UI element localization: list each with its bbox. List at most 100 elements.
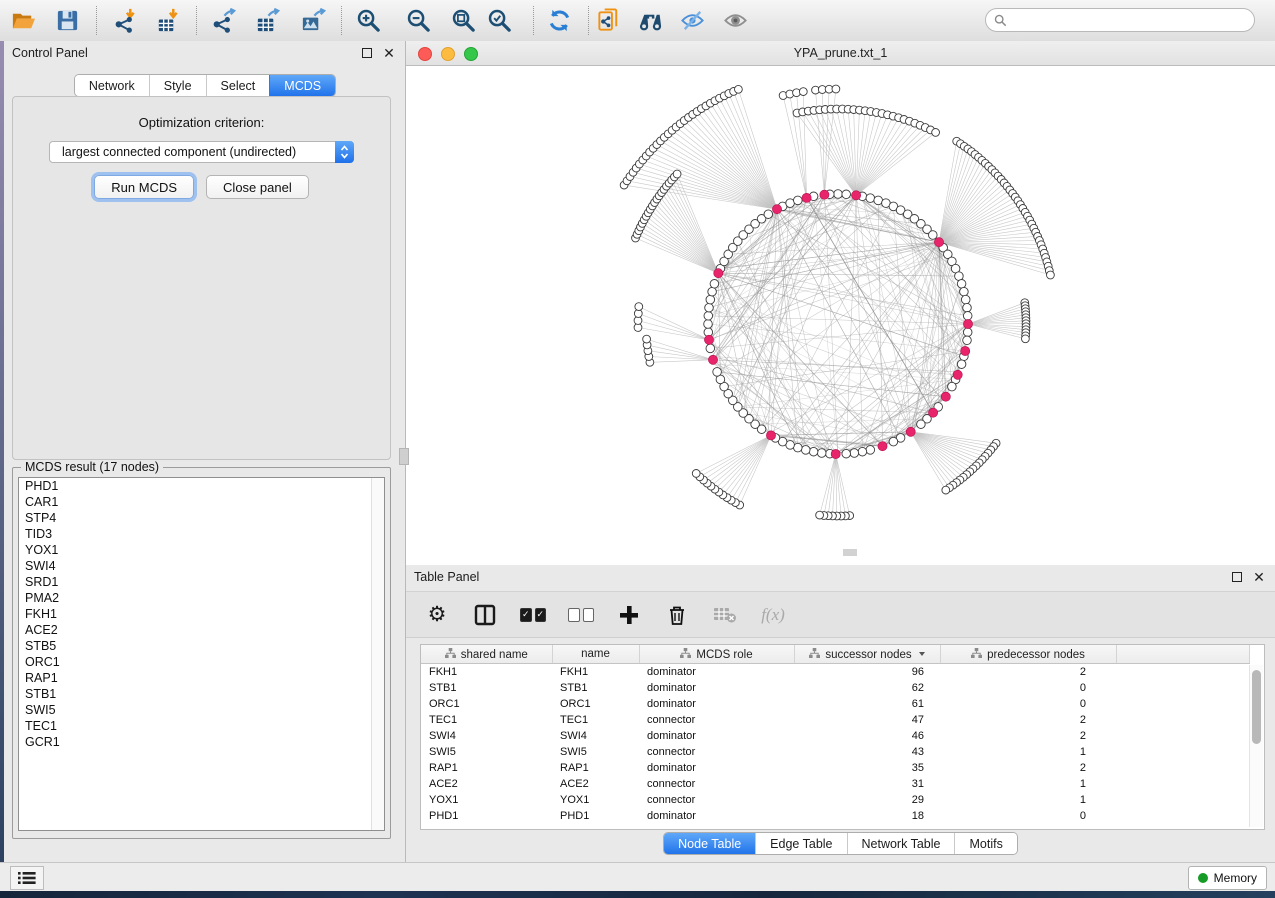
table-cell[interactable]: dominator [639,664,794,681]
table-cell[interactable]: 62 [794,680,940,696]
table-cell[interactable]: TEC1 [421,712,552,728]
tab-select[interactable]: Select [206,75,270,96]
function-builder-icon[interactable]: f(x) [760,602,786,628]
table-row[interactable]: SWI5SWI5connector431 [421,744,1249,760]
table-cell[interactable]: 0 [940,696,1116,712]
hide-selected-icon[interactable] [675,4,709,37]
table-row[interactable]: ORC1ORC1dominator610 [421,696,1249,712]
zoom-window-button[interactable] [464,47,478,61]
table-cell[interactable]: 96 [794,664,940,681]
table-row[interactable]: YOX1YOX1connector291 [421,792,1249,808]
mcds-result-item[interactable]: TID3 [19,526,384,542]
table-cell[interactable]: ORC1 [421,696,552,712]
table-cell[interactable]: SWI5 [552,744,639,760]
close-panel-icon[interactable]: ✕ [381,45,397,61]
mcds-result-item[interactable]: PMA2 [19,590,384,606]
column-header-shared-name[interactable]: shared name [421,645,552,664]
delete-column-icon[interactable] [664,602,690,628]
close-window-button[interactable] [418,47,432,61]
mcds-result-item[interactable]: SWI4 [19,558,384,574]
table-cell[interactable]: 2 [940,664,1116,681]
table-cell[interactable]: dominator [639,808,794,824]
save-session-icon[interactable] [50,4,84,37]
table-cell[interactable]: connector [639,712,794,728]
export-image-icon[interactable] [295,4,329,37]
first-neighbors-icon[interactable] [633,4,667,37]
table-row[interactable]: ACE2ACE2connector311 [421,776,1249,792]
scrollbar-thumb[interactable] [1252,670,1261,744]
table-row[interactable]: FKH1FKH1dominator962 [421,664,1249,681]
tab-network-table[interactable]: Network Table [847,833,955,854]
table-cell[interactable]: SWI4 [552,728,639,744]
deselect-all-icon[interactable] [568,602,594,628]
node-table[interactable]: shared namenameMCDS rolesuccessor nodesp… [420,644,1265,830]
delete-table-icon[interactable] [712,602,738,628]
table-row[interactable]: RAP1RAP1dominator352 [421,760,1249,776]
table-cell[interactable]: 1 [940,792,1116,808]
memory-button[interactable]: Memory [1188,866,1267,890]
import-network-icon[interactable] [107,4,141,37]
table-cell[interactable]: dominator [639,760,794,776]
table-row[interactable]: PHD1PHD1dominator180 [421,808,1249,824]
table-cell[interactable]: FKH1 [552,664,639,681]
float-panel-icon[interactable] [359,45,375,61]
add-column-icon[interactable] [616,602,642,628]
table-cell[interactable]: dominator [639,680,794,696]
tab-mcds[interactable]: MCDS [269,75,335,96]
table-cell[interactable]: 61 [794,696,940,712]
table-cell[interactable]: 18 [794,808,940,824]
zoom-in-icon[interactable] [351,4,385,37]
table-cell[interactable]: 2 [940,760,1116,776]
mcds-result-item[interactable]: ACE2 [19,622,384,638]
table-cell[interactable]: 47 [794,712,940,728]
table-cell[interactable]: 46 [794,728,940,744]
table-cell[interactable]: ACE2 [552,776,639,792]
table-cell[interactable]: connector [639,776,794,792]
table-cell[interactable]: 2 [940,712,1116,728]
mcds-result-item[interactable]: FKH1 [19,606,384,622]
table-cell[interactable]: ACE2 [421,776,552,792]
mcds-result-item[interactable]: SRD1 [19,574,384,590]
table-cell[interactable]: 0 [940,808,1116,824]
search-input[interactable] [1012,10,1254,30]
share-document-icon[interactable] [592,4,626,37]
splitter-handle[interactable] [843,549,857,556]
zoom-selected-icon[interactable] [482,4,516,37]
table-cell[interactable]: SWI5 [421,744,552,760]
tab-node-table[interactable]: Node Table [664,833,755,854]
splitter-handle[interactable] [399,448,409,465]
tab-motifs[interactable]: Motifs [954,833,1016,854]
mcds-result-item[interactable]: PHD1 [19,478,384,494]
mcds-result-item[interactable]: YOX1 [19,542,384,558]
mcds-result-list[interactable]: PHD1CAR1STP4TID3YOX1SWI4SRD1PMA2FKH1ACE2… [18,477,385,831]
zoom-fit-icon[interactable] [446,4,480,37]
table-options-icon[interactable]: ⚙ [424,602,450,628]
refresh-layout-icon[interactable] [542,4,576,37]
search-field[interactable] [985,8,1255,32]
zoom-out-icon[interactable] [401,4,435,37]
mcds-result-item[interactable]: STB5 [19,638,384,654]
export-table-icon[interactable] [250,4,284,37]
table-cell[interactable]: 0 [940,680,1116,696]
table-cell[interactable]: 29 [794,792,940,808]
table-cell[interactable]: connector [639,744,794,760]
table-cell[interactable]: PHD1 [421,808,552,824]
table-cell[interactable]: FKH1 [421,664,552,681]
mcds-result-item[interactable]: TEC1 [19,718,384,734]
tab-network[interactable]: Network [75,75,149,96]
table-cell[interactable]: STB1 [552,680,639,696]
table-cell[interactable]: YOX1 [552,792,639,808]
close-panel-button[interactable]: Close panel [206,175,309,199]
optimization-criterion-select[interactable]: largest connected component (undirected) [49,141,354,163]
run-mcds-button[interactable]: Run MCDS [94,175,194,199]
show-all-icon[interactable] [718,4,752,37]
table-cell[interactable]: SWI4 [421,728,552,744]
mcds-result-item[interactable]: CAR1 [19,494,384,510]
select-all-icon[interactable]: ✓✓ [520,602,546,628]
table-cell[interactable]: ORC1 [552,696,639,712]
table-cell[interactable]: PHD1 [552,808,639,824]
table-cell[interactable]: RAP1 [421,760,552,776]
table-cell[interactable]: 1 [940,744,1116,760]
table-cell[interactable]: STB1 [421,680,552,696]
table-cell[interactable]: RAP1 [552,760,639,776]
